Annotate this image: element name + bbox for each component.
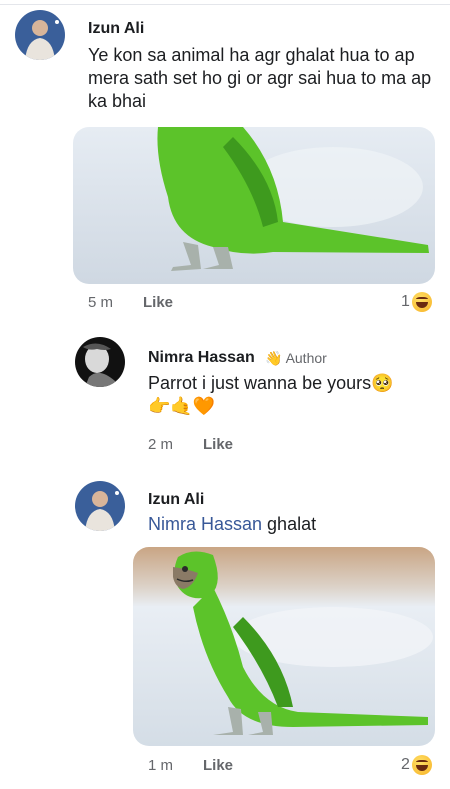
mention-link[interactable]: Nimra Hassan (148, 514, 262, 534)
comment-author[interactable]: Nimra Hassan (148, 349, 255, 367)
comment-timestamp: 1 m (148, 757, 174, 774)
comment-author[interactable]: Izun Ali (148, 491, 204, 509)
comment-timestamp: 5 m (88, 294, 114, 311)
like-button[interactable]: Like (203, 757, 233, 774)
comment-photo[interactable] (133, 547, 435, 746)
avatar[interactable] (75, 481, 125, 531)
comment-text: Parrot i just wanna be yours🥺 (148, 373, 394, 393)
emoji-line: 👉🤙🧡 (148, 396, 216, 416)
avatar[interactable] (75, 337, 125, 387)
haha-emoji-icon (411, 755, 432, 775)
avatar[interactable] (15, 10, 65, 60)
like-button[interactable]: Like (203, 436, 233, 453)
like-button[interactable]: Like (143, 294, 173, 311)
comment-text: Nimra Hassan ghalat (148, 514, 317, 534)
pleading-face-icon: 🥺 (371, 373, 394, 393)
reaction-count: 1 (401, 293, 410, 310)
reaction-count: 2 (401, 756, 410, 773)
comment-timestamp: 2 m (148, 436, 174, 453)
waving-hand-icon: 👋 (265, 350, 283, 366)
top-divider (0, 4, 450, 5)
reaction-summary[interactable]: 2 (401, 755, 432, 775)
author-badge: 👋 Author (265, 350, 327, 366)
comment-photo[interactable] (73, 127, 435, 284)
reaction-summary[interactable]: 1 (401, 292, 432, 312)
comment-text: Ye kon sa animal ha agr ghalat hua to ap… (88, 45, 432, 111)
comment-author[interactable]: Izun Ali (88, 20, 144, 38)
haha-emoji-icon (411, 292, 432, 312)
